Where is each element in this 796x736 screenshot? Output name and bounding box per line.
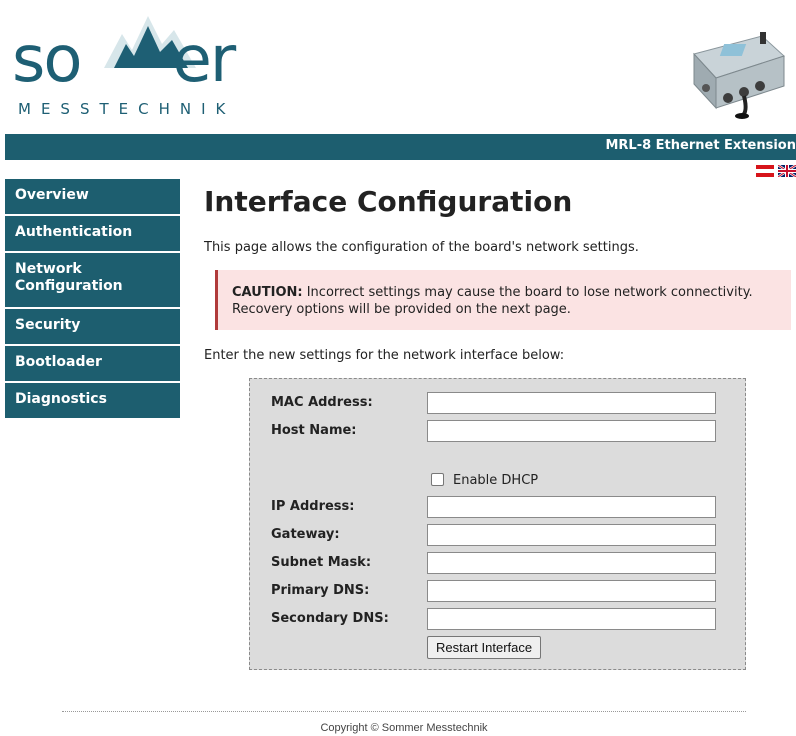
- host-name-label: Host Name:: [271, 423, 357, 438]
- instructions-text: Enter the new settings for the network i…: [204, 348, 565, 363]
- primary-dns-input[interactable]: [427, 580, 716, 602]
- subnet-mask-input[interactable]: [427, 552, 716, 574]
- footer-divider: [62, 711, 746, 712]
- subnet-mask-label: Subnet Mask:: [271, 555, 372, 570]
- enable-dhcp-checkbox[interactable]: [431, 473, 444, 486]
- intro-text: This page allows the configuration of th…: [204, 240, 639, 255]
- mac-address-label: MAC Address:: [271, 395, 373, 410]
- sidebar-item-diagnostics[interactable]: Diagnostics: [5, 383, 180, 418]
- sidebar-item-authentication[interactable]: Authentication: [5, 216, 180, 251]
- caution-box: CAUTION: Incorrect settings may cause th…: [215, 270, 791, 330]
- enable-dhcp-label: Enable DHCP: [453, 473, 539, 488]
- logo-wordmark: so er: [12, 23, 236, 97]
- sidebar-item-bootloader[interactable]: Bootloader: [5, 346, 180, 381]
- banner-title: MRL-8 Ethernet Extension: [605, 138, 796, 153]
- logo-subtitle: MESSTECHNIK: [18, 100, 236, 118]
- caution-label: CAUTION:: [232, 285, 303, 300]
- ip-address-input[interactable]: [427, 496, 716, 518]
- language-flags: [756, 165, 796, 179]
- copyright-text: Copyright © Sommer Messtechnik: [320, 722, 488, 734]
- sidebar-item-overview[interactable]: Overview: [5, 179, 180, 214]
- sidebar-nav: Overview Authentication Network Configur…: [5, 179, 180, 420]
- secondary-dns-label: Secondary DNS:: [271, 611, 389, 626]
- network-settings-form: MAC Address: Host Name: Enable DHCP IP A…: [249, 378, 746, 670]
- gateway-label: Gateway:: [271, 527, 340, 542]
- gateway-input[interactable]: [427, 524, 716, 546]
- header-banner: MRL-8 Ethernet Extension: [5, 134, 796, 160]
- device-image: [693, 32, 785, 119]
- dhcp-option[interactable]: Enable DHCP: [431, 473, 538, 488]
- primary-dns-label: Primary DNS:: [271, 583, 370, 598]
- page-title: Interface Configuration: [204, 185, 573, 218]
- flag-uk-icon[interactable]: [778, 165, 796, 177]
- mac-address-input[interactable]: [427, 392, 716, 414]
- ip-address-label: IP Address:: [271, 499, 355, 514]
- restart-interface-button[interactable]: Restart Interface: [427, 636, 542, 659]
- host-name-input[interactable]: [427, 420, 716, 442]
- flag-austria-icon[interactable]: [756, 165, 774, 177]
- sommer-logo: so er MESSTECHNIK: [12, 10, 272, 120]
- sidebar-item-security[interactable]: Security: [5, 309, 180, 344]
- caution-text: Incorrect settings may cause the board t…: [232, 285, 753, 317]
- secondary-dns-input[interactable]: [427, 608, 716, 630]
- sidebar-item-network-configuration[interactable]: Network Configuration: [5, 253, 180, 307]
